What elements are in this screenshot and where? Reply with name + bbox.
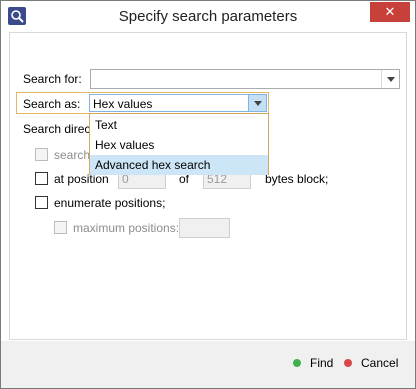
dialog-footer: Find Cancel [1, 341, 415, 388]
search-option-label: search [54, 148, 91, 162]
cancel-button[interactable]: Cancel [344, 353, 404, 373]
dropdown-option-advanced-hex-search[interactable]: Advanced hex search [90, 155, 268, 175]
find-button[interactable]: Find [293, 353, 343, 373]
maximum-positions-input[interactable] [179, 218, 230, 238]
search-as-dropdown-button[interactable] [248, 95, 266, 111]
close-icon: ✕ [384, 4, 396, 19]
dropdown-option-text[interactable]: Text [90, 115, 268, 135]
search-for-input[interactable] [90, 69, 400, 89]
dialog-window: Specify search parameters ✕ Search for: … [0, 0, 416, 389]
search-as-label: Search as: [23, 97, 81, 111]
close-button[interactable]: ✕ [370, 2, 410, 22]
search-as-dropdown-list: Text Hex values Advanced hex search [89, 113, 269, 175]
search-for-dropdown-button[interactable] [381, 70, 399, 88]
search-for-label: Search for: [23, 72, 82, 86]
enumerate-positions-checkbox[interactable] [35, 196, 48, 209]
cancel-label: Cancel [361, 356, 399, 370]
title-bar: Specify search parameters ✕ [1, 1, 415, 31]
maximum-positions-checkbox[interactable] [54, 221, 67, 234]
search-as-value: Hex values [93, 97, 153, 111]
window-title: Specify search parameters [118, 8, 298, 25]
red-dot-icon [344, 359, 352, 367]
search-as-select[interactable]: Hex values [89, 94, 267, 112]
maximum-positions-label: maximum positions: [73, 221, 180, 235]
green-dot-icon [293, 359, 301, 367]
chevron-down-icon [254, 101, 262, 106]
at-position-checkbox[interactable] [35, 172, 48, 185]
enumerate-positions-label: enumerate positions; [54, 196, 166, 210]
search-direction-label: Search direct [23, 122, 94, 136]
dropdown-option-hex-values[interactable]: Hex values [90, 135, 268, 155]
chevron-down-icon [387, 77, 395, 82]
search-checkbox[interactable] [35, 148, 48, 161]
block-suffix-label: bytes block; [265, 172, 329, 186]
find-label: Find [310, 356, 334, 370]
